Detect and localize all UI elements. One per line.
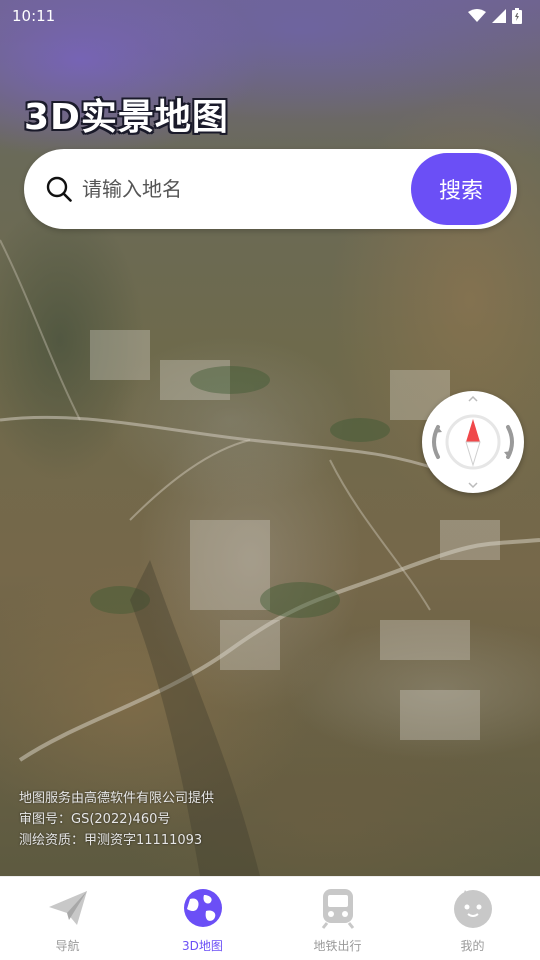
search-input[interactable] [82, 177, 382, 201]
globe-icon [183, 889, 222, 927]
app-title: 3D实景地图 [24, 97, 229, 138]
attribution-review-number: 审图号：GS(2022)460号 [19, 812, 171, 827]
signal-icon [492, 9, 506, 23]
status-time: 10:11 [12, 7, 56, 25]
compass-button[interactable] [422, 391, 524, 493]
nav-label-navigation: 导航 [55, 939, 80, 953]
compass-icon [432, 395, 514, 489]
paper-plane-icon [48, 891, 87, 925]
nav-label-subway: 地铁出行 [313, 939, 362, 953]
attribution-provider: 地图服务由高德软件有限公司提供 [19, 791, 215, 806]
nav-item-profile[interactable]: 我的 [405, 877, 540, 960]
search-bar: 搜索 [24, 149, 517, 229]
nav-label-profile: 我的 [460, 939, 485, 953]
nav-label-3d-map: 3D地图 [182, 939, 223, 953]
search-icon [46, 176, 72, 202]
status-icons [468, 8, 522, 24]
wifi-icon [468, 9, 486, 22]
nav-item-3d-map[interactable]: 3D地图 [135, 877, 270, 960]
bottom-nav: 导航 3D地图 地铁出行 我的 [0, 876, 540, 960]
nav-item-navigation[interactable]: 导航 [0, 877, 135, 960]
attribution-survey-license: 测绘资质：甲测资字11111093 [19, 833, 203, 848]
map-attribution: 地图服务由高德软件有限公司提供 审图号：GS(2022)460号 测绘资质：甲测… [19, 788, 214, 851]
subway-icon [321, 889, 354, 929]
nav-item-subway[interactable]: 地铁出行 [270, 877, 405, 960]
profile-face-icon [453, 890, 492, 928]
battery-icon [512, 8, 522, 24]
status-bar: 10:11 [0, 0, 540, 32]
search-button[interactable]: 搜索 [411, 153, 511, 225]
